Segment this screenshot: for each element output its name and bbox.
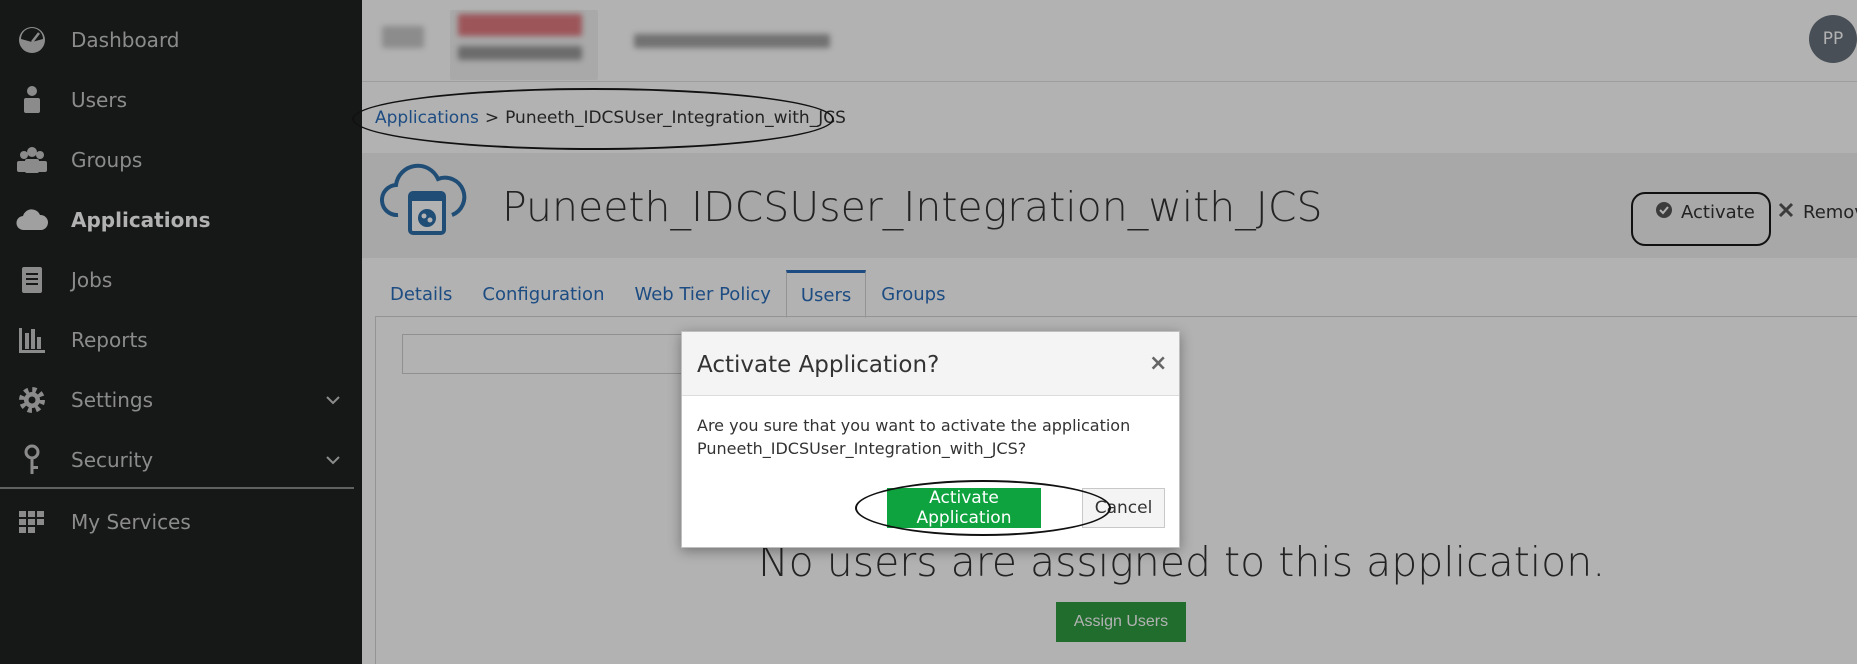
dialog-title: Activate Application? xyxy=(697,352,940,378)
dialog-message: Are you sure that you want to activate t… xyxy=(697,414,1167,460)
dialog-close-icon[interactable]: × xyxy=(1149,353,1167,375)
dialog-message-line: Puneeth_IDCSUser_Integration_with_JCS? xyxy=(697,439,1027,458)
dialog-header: Activate Application? × xyxy=(682,332,1179,396)
cancel-button[interactable]: Cancel xyxy=(1082,488,1165,528)
activate-application-dialog: Activate Application? × Are you sure tha… xyxy=(681,331,1180,548)
dialog-message-line: Are you sure that you want to activate t… xyxy=(697,416,1131,435)
activate-application-button[interactable]: Activate Application xyxy=(887,488,1041,528)
